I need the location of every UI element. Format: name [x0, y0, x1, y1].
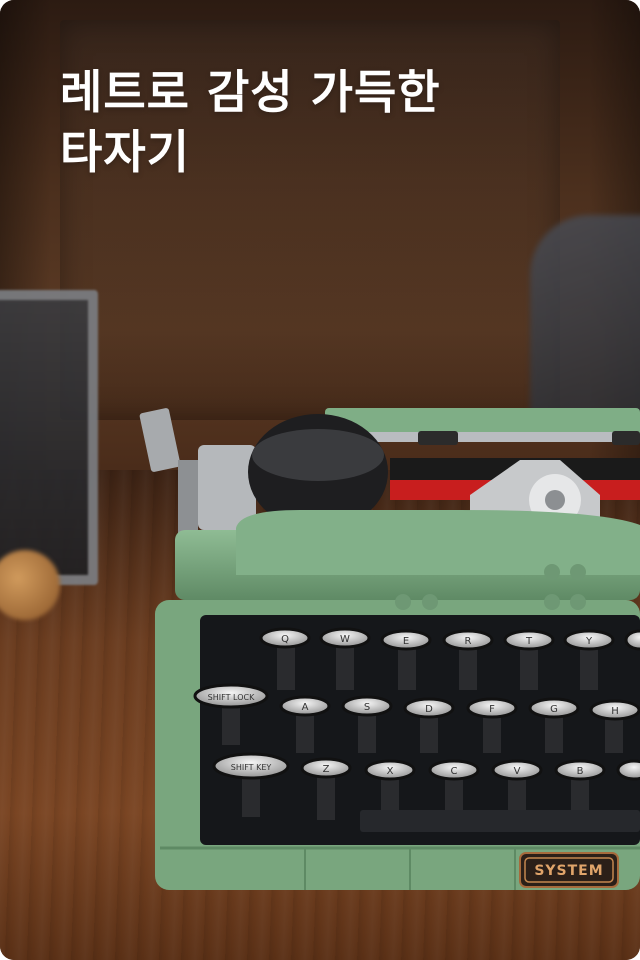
svg-text:W: W — [340, 634, 350, 645]
svg-text:Z: Z — [323, 764, 330, 775]
svg-text:SHIFT LOCK: SHIFT LOCK — [208, 693, 255, 702]
key-u — [624, 629, 640, 651]
svg-text:SHIFT KEY: SHIFT KEY — [231, 763, 272, 772]
ribbon-spool-top — [252, 429, 384, 481]
headline-line-2: 타자기 — [60, 125, 190, 179]
svg-text:Q: Q — [281, 634, 289, 645]
brand-plate: SYSTEM — [519, 852, 619, 888]
svg-text:Y: Y — [585, 636, 593, 647]
svg-text:H: H — [611, 706, 619, 717]
svg-text:A: A — [302, 702, 309, 713]
office-chair — [530, 215, 640, 425]
svg-text:G: G — [550, 704, 558, 715]
svg-text:S: S — [364, 702, 370, 713]
lego-typewriter: Q W E R T Y SHIFT LOCK A S D F G H SHIFT… — [139, 408, 640, 890]
svg-text:F: F — [489, 704, 495, 715]
svg-text:T: T — [525, 636, 533, 647]
svg-text:B: B — [577, 766, 584, 777]
headline: 레트로 감성 가득한 타자기 — [60, 62, 441, 182]
brand-plate-text: SYSTEM — [534, 863, 603, 879]
platen-knob-right — [612, 431, 640, 445]
space-bar — [360, 810, 640, 832]
platen-knob — [418, 431, 458, 445]
svg-text:X: X — [387, 766, 394, 777]
carriage-lever — [139, 408, 181, 472]
svg-text:C: C — [451, 766, 458, 777]
svg-text:D: D — [425, 704, 433, 715]
product-hero-card[interactable]: 레트로 감성 가득한 타자기 Q W E R T Y SHIFT LOCK A … — [0, 0, 640, 960]
svg-text:R: R — [465, 636, 472, 647]
svg-text:V: V — [514, 766, 521, 777]
headline-line-1: 레트로 감성 가득한 — [60, 65, 441, 119]
svg-text:E: E — [403, 636, 409, 647]
key-n — [616, 759, 640, 781]
